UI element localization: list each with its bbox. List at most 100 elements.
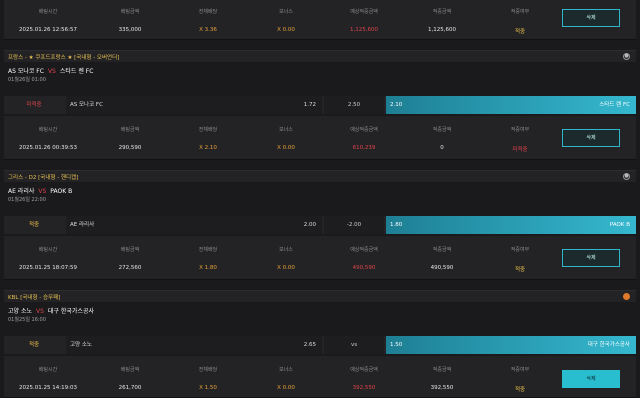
- bet-amount: 배팅금액 290,590: [90, 126, 170, 151]
- league-header: 그리스 - D2 [국내형 - 핸디캡] ●: [4, 170, 636, 182]
- total-odds: 전체배당 X 1.80: [168, 246, 248, 271]
- match-teams: AE 라리사 VS PAOK B: [8, 186, 72, 195]
- draw-odds-cell[interactable]: vs: [324, 336, 384, 354]
- match-time: 01월25일 16:00: [8, 317, 46, 323]
- hit-amount-label: 적중금액: [432, 247, 452, 253]
- home-name: AE 라리사: [70, 222, 95, 228]
- total-odds-value: X 1.50: [199, 385, 217, 391]
- hit-amount-label: 적중금액: [432, 127, 452, 133]
- basketball-icon: [623, 293, 630, 300]
- expected-amount-label: 예상적중금액: [350, 367, 378, 373]
- draw-odds-cell[interactable]: 2.50: [324, 96, 384, 114]
- expected-amount-value: 490,590: [352, 265, 376, 271]
- bet-time: 배팅시간 2025.01.25 14:19:03: [8, 366, 88, 391]
- expected-amount: 예상적중금액 490,590: [324, 246, 404, 271]
- hit-amount-label: 적중금액: [432, 9, 452, 15]
- bonus-label: 보너스: [279, 367, 293, 373]
- home-odds-cell[interactable]: 고양 소노 2.65: [66, 336, 322, 354]
- bonus-value: X 0.00: [277, 385, 295, 391]
- bet-time: 배팅시간 2025.01.26 12:56:57: [8, 8, 88, 33]
- bet-row: 적중 고양 소노 2.65 vs 1.50 대구 한국가스공사: [4, 336, 636, 354]
- hit-amount: 적중금액 1,125,600: [402, 8, 482, 33]
- league-name: KBL [국내형 - 승무패]: [8, 295, 61, 301]
- away-name: 스타드 렌 FC: [599, 102, 630, 108]
- away-odds-cell-selected[interactable]: 1.80 PAOK B: [386, 216, 636, 234]
- bet-time: 배팅시간 2025.01.26 00:39:53: [8, 126, 88, 151]
- match-info: AS 모나코 FC VS 스타드 렌 FC 01월26일 01:00: [4, 64, 636, 84]
- delete-button[interactable]: 삭제: [562, 9, 620, 27]
- bet-result: 미적중: [26, 102, 42, 108]
- hit-status-value: 적중: [514, 387, 526, 393]
- away-odds-cell-selected[interactable]: 1.50 대구 한국가스공사: [386, 336, 636, 354]
- bet-time-value: 2025.01.26 12:56:57: [19, 27, 77, 33]
- bonus-label: 보너스: [279, 247, 293, 253]
- hit-status-label: 적중여부: [510, 127, 530, 133]
- hit-status-value: 적중: [514, 267, 526, 273]
- home-name: 고양 소노: [70, 342, 92, 348]
- delete-button[interactable]: 삭제: [562, 129, 620, 147]
- hit-status: 적중여부 적중: [480, 246, 560, 273]
- bet-amount: 배팅금액 335,000: [90, 8, 170, 33]
- away-odds-cell-selected[interactable]: 2.10 스타드 렌 FC: [386, 96, 636, 114]
- vs-label: VS: [36, 308, 44, 315]
- away-team: 스타드 렌 FC: [59, 68, 94, 75]
- bet-summary: 배팅시간 2025.01.25 18:07:59 배팅금액 272,560 전체배당…: [4, 236, 636, 280]
- total-odds: 전체배당 X 1.50: [168, 366, 248, 391]
- bet-time-value: 2025.01.25 14:19:03: [19, 385, 77, 391]
- bonus: 보너스 X 0.00: [246, 126, 326, 151]
- hit-status: 적중여부 적중: [480, 8, 560, 35]
- away-name: PAOK B: [609, 222, 630, 228]
- away-name: 대구 한국가스공사: [587, 342, 630, 348]
- soccer-icon: ●: [623, 173, 630, 180]
- bet-amount-label: 배팅금액: [120, 367, 140, 373]
- total-odds-value: X 2.10: [199, 145, 217, 151]
- expected-amount-label: 예상적중금액: [350, 127, 378, 133]
- hit-amount-value: 490,590: [430, 265, 454, 271]
- league-name: 그리스 - D2 [국내형 - 핸디캡]: [8, 175, 79, 181]
- delete-button[interactable]: 삭제: [562, 370, 620, 388]
- vs-label: VS: [47, 68, 56, 75]
- draw-odds-cell[interactable]: -2.00: [324, 216, 384, 234]
- league-name: 프랑스 - ★ 쿠프드프랑스 ★ [국내형 - 오버언더]: [8, 55, 120, 61]
- bet-time-value: 2025.01.25 18:07:59: [19, 265, 77, 271]
- bet-time-label: 배팅시간: [38, 127, 58, 133]
- bet-summary: 배팅시간 2025.01.25 14:19:03 배팅금액 261,700 전체배당…: [4, 356, 636, 398]
- hit-amount: 적중금액 392,550: [402, 366, 482, 391]
- match-teams: 고양 소노 VS 대구 한국가스공사: [8, 306, 94, 315]
- league-header: 프랑스 - ★ 쿠프드프랑스 ★ [국내형 - 오버언더] ●: [4, 50, 636, 62]
- bet-row: 미적중 AS 모나코 FC 1.72 2.50 2.10 스타드 렌 FC: [4, 96, 636, 114]
- hit-status-value: 미적중: [512, 147, 528, 153]
- bet-amount-value: 261,700: [118, 385, 142, 391]
- bet-summary: 배팅시간 2025.01.26 00:39:53 배팅금액 290,590 전체배당…: [4, 116, 636, 160]
- home-odds-cell[interactable]: AE 라리사 2.00: [66, 216, 322, 234]
- bet-result: 적중: [28, 342, 40, 348]
- hit-status-label: 적중여부: [510, 367, 530, 373]
- hit-amount: 적중금액 490,590: [402, 246, 482, 271]
- hit-status: 적중여부적중: [480, 366, 560, 393]
- match-time: 01월26일 01:00: [8, 77, 46, 83]
- hit-status-value: 적중: [514, 29, 526, 35]
- bonus-label: 보너스: [279, 127, 293, 133]
- bet-amount-label: 배팅금액: [120, 9, 140, 15]
- delete-button[interactable]: 삭제: [562, 249, 620, 267]
- bet-amount: 배팅금액 272,560: [90, 246, 170, 271]
- home-team: 고양 소노: [8, 308, 32, 315]
- bet-amount-label: 배팅금액: [120, 127, 140, 133]
- bonus: 보너스 X 0.00: [246, 8, 326, 33]
- away-odds: 1.80: [390, 222, 403, 228]
- match-teams: AS 모나코 FC VS 스타드 렌 FC: [8, 66, 93, 75]
- bet-time-label: 배팅시간: [38, 9, 58, 15]
- bet-amount-label: 배팅금액: [120, 247, 140, 253]
- bet-time-value: 2025.01.26 00:39:53: [19, 145, 77, 151]
- expected-amount-value: 1,125,600: [350, 27, 378, 33]
- total-odds-label: 전체배당: [198, 247, 218, 253]
- bonus-value: X 0.00: [277, 27, 295, 33]
- vs-label: VS: [38, 188, 47, 195]
- hit-amount-value: 1,125,600: [428, 27, 456, 33]
- total-odds: 전체배당 X 3.36: [168, 8, 248, 33]
- total-odds-value: X 3.36: [199, 27, 217, 33]
- home-odds: 1.72: [303, 102, 316, 108]
- away-team: PAOK B: [50, 188, 73, 195]
- expected-amount: 예상적중금액 1,125,600: [324, 8, 404, 33]
- home-odds-cell[interactable]: AS 모나코 FC 1.72: [66, 96, 322, 114]
